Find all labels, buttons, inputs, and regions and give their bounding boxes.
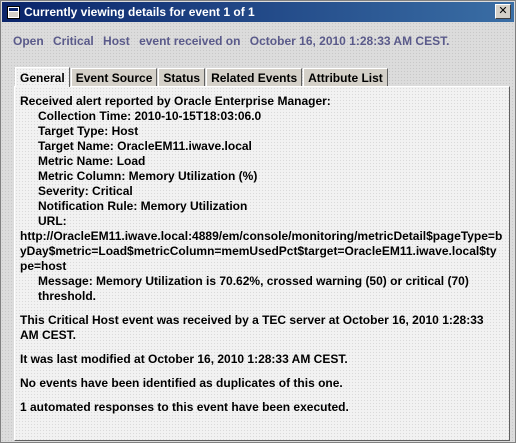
detail-metric-name: Metric Name: Load xyxy=(38,154,146,168)
tab-bar: General Event Source Status Related Even… xyxy=(15,67,389,87)
status-label: Open xyxy=(13,34,44,48)
window-title: Currently viewing details for event 1 of… xyxy=(24,5,255,19)
severity-label: Critical xyxy=(53,34,94,48)
event-summary: Open Critical Host event received on Oct… xyxy=(13,34,455,48)
tab-event-source[interactable]: Event Source xyxy=(70,68,158,87)
duplicates-paragraph: No events have been identified as duplic… xyxy=(20,376,343,390)
alert-intro: Received alert reported by Oracle Enterp… xyxy=(20,94,331,108)
detail-target-type: Target Type: Host xyxy=(38,124,139,138)
responses-paragraph: 1 automated responses to this event have… xyxy=(20,400,349,414)
general-panel: Received alert reported by Oracle Enterp… xyxy=(14,86,510,441)
detail-severity: Severity: Critical xyxy=(38,184,133,198)
tab-general[interactable]: General xyxy=(15,67,70,87)
detail-message: Message: Memory Utilization is 70.62%, c… xyxy=(38,274,469,303)
received-time: October 16, 2010 1:28:33 AM CEST. xyxy=(249,34,450,48)
title-bar[interactable]: Currently viewing details for event 1 of… xyxy=(2,2,514,22)
close-icon: ✕ xyxy=(498,5,508,17)
tab-related-events[interactable]: Related Events xyxy=(206,68,303,87)
window-icon xyxy=(6,5,20,19)
tab-status[interactable]: Status xyxy=(158,68,206,87)
modified-paragraph: It was last modified at October 16, 2010… xyxy=(20,352,348,366)
detail-url-label: URL: xyxy=(38,214,67,228)
received-paragraph: This Critical Host event was received by… xyxy=(20,313,484,342)
close-button[interactable]: ✕ xyxy=(495,4,511,19)
received-label: event received on xyxy=(139,34,241,48)
detail-url: http://OracleEM11.iwave.local:4889/em/co… xyxy=(20,229,503,273)
detail-collection-time: Collection Time: 2010-10-15T18:03:06.0 xyxy=(38,109,262,123)
detail-metric-column: Metric Column: Memory Utilization (%) xyxy=(38,169,258,183)
tab-attribute-list[interactable]: Attribute List xyxy=(303,68,388,87)
detail-target-name: Target Name: OracleEM11.iwave.local xyxy=(38,139,252,153)
detail-notification-rule: Notification Rule: Memory Utilization xyxy=(38,199,248,213)
event-details-window: Currently viewing details for event 1 of… xyxy=(0,0,516,443)
class-label: Host xyxy=(103,34,130,48)
